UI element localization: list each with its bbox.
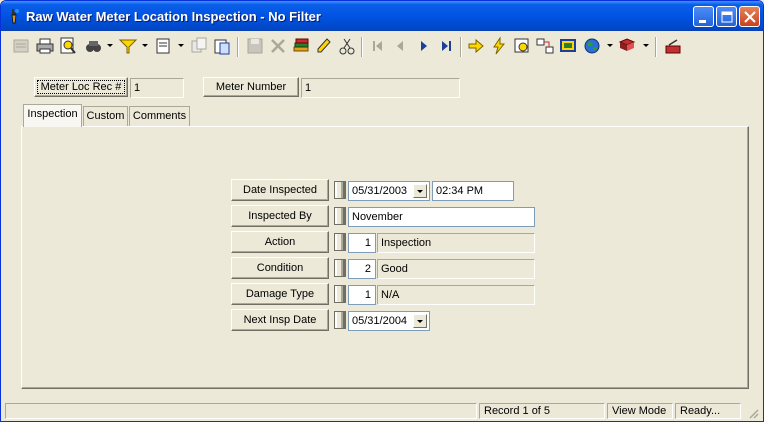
record-marker-icon xyxy=(334,311,346,329)
find-dropdown-icon[interactable] xyxy=(107,44,113,47)
inspection-panel xyxy=(21,126,749,389)
record-marker-icon xyxy=(334,181,346,199)
goto-icon[interactable] xyxy=(466,36,486,56)
record-marker-icon xyxy=(334,207,346,225)
chevron-down-icon[interactable] xyxy=(413,314,427,328)
status-bar: Record 1 of 5 View Mode Ready... xyxy=(1,399,763,421)
action-code-field[interactable]: 1 xyxy=(348,233,376,253)
report-icon[interactable] xyxy=(154,36,174,56)
link-icon[interactable] xyxy=(535,36,555,56)
window-title: Raw Water Meter Location Inspection - No… xyxy=(26,9,321,24)
damage-type-button[interactable]: Damage Type xyxy=(231,283,329,305)
filter-icon[interactable] xyxy=(118,36,138,56)
tab-inspection[interactable]: Inspection xyxy=(23,104,82,127)
first-record-icon[interactable] xyxy=(367,36,387,56)
condition-description-field: Good xyxy=(377,259,535,279)
delete-icon[interactable] xyxy=(268,36,288,56)
copy-icon[interactable] xyxy=(189,36,209,56)
save-icon[interactable] xyxy=(245,36,265,56)
damage-type-description-field: N/A xyxy=(377,285,535,305)
globe-icon[interactable] xyxy=(582,36,602,56)
find-icon[interactable] xyxy=(83,36,103,56)
globe-dropdown-icon[interactable] xyxy=(607,44,613,47)
record-marker-icon xyxy=(334,259,346,277)
condition-code-field[interactable]: 2 xyxy=(348,259,376,279)
edit-icon[interactable] xyxy=(314,36,334,56)
status-mode: View Mode xyxy=(607,403,673,419)
prev-record-icon[interactable] xyxy=(390,36,410,56)
app-icon xyxy=(7,8,21,24)
date-inspected-value: 05/31/2003 xyxy=(352,185,408,197)
last-record-icon[interactable] xyxy=(437,36,457,56)
resize-grip-icon[interactable] xyxy=(747,407,759,419)
lightning-icon[interactable] xyxy=(489,36,509,56)
date-inspected-button[interactable]: Date Inspected xyxy=(231,179,329,201)
record-marker-icon xyxy=(334,285,346,303)
close-icon xyxy=(744,11,756,23)
status-record: Record 1 of 5 xyxy=(479,403,605,419)
time-inspected-field[interactable]: 02:34 PM xyxy=(432,181,514,201)
toolbar xyxy=(3,32,761,62)
zoom-icon[interactable] xyxy=(512,36,532,56)
tab-comments[interactable]: Comments xyxy=(129,106,190,126)
inspected-by-field[interactable]: November xyxy=(348,207,535,227)
paste-icon[interactable] xyxy=(212,36,232,56)
book-dropdown-icon[interactable] xyxy=(643,44,649,47)
toolbar-separator xyxy=(361,37,363,57)
next-record-icon[interactable] xyxy=(414,36,434,56)
chevron-down-icon[interactable] xyxy=(413,184,427,198)
meter-number-field: 1 xyxy=(301,78,460,98)
layers-icon[interactable] xyxy=(291,36,311,56)
meter-loc-rec-button[interactable]: Meter Loc Rec # xyxy=(34,77,128,97)
print-icon[interactable] xyxy=(35,36,55,56)
book-icon[interactable] xyxy=(617,36,637,56)
toolbar-separator xyxy=(655,37,657,57)
chart-icon[interactable] xyxy=(558,36,578,56)
record-marker-icon xyxy=(334,233,346,251)
exit-icon[interactable] xyxy=(663,36,683,56)
meter-number-button[interactable]: Meter Number xyxy=(203,77,299,97)
app-window: Raw Water Meter Location Inspection - No… xyxy=(0,0,764,422)
title-bar[interactable]: Raw Water Meter Location Inspection - No… xyxy=(1,1,763,31)
cut-icon[interactable] xyxy=(337,36,357,56)
status-state: Ready... xyxy=(675,403,741,419)
filter-dropdown-icon[interactable] xyxy=(142,44,148,47)
date-inspected-field[interactable]: 05/31/2003 xyxy=(348,181,430,201)
close-button[interactable] xyxy=(739,6,760,27)
action-button[interactable]: Action xyxy=(231,231,329,253)
report-dropdown-icon[interactable] xyxy=(178,44,184,47)
next-insp-date-button[interactable]: Next Insp Date xyxy=(231,309,329,331)
next-insp-date-field[interactable]: 05/31/2004 xyxy=(348,311,430,331)
meter-loc-rec-field: 1 xyxy=(130,78,184,98)
maximize-icon xyxy=(721,11,733,23)
next-insp-date-value: 05/31/2004 xyxy=(352,315,408,327)
minimize-icon xyxy=(699,20,706,23)
maximize-button[interactable] xyxy=(716,6,737,27)
action-description-field: Inspection xyxy=(377,233,535,253)
inspected-by-button[interactable]: Inspected By xyxy=(231,205,329,227)
toolbar-separator xyxy=(460,37,462,57)
minimize-button[interactable] xyxy=(693,6,714,27)
print-preview-icon[interactable] xyxy=(58,36,78,56)
condition-button[interactable]: Condition xyxy=(231,257,329,279)
toolbar-separator xyxy=(237,37,239,57)
damage-type-code-field[interactable]: 1 xyxy=(348,285,376,305)
status-message xyxy=(5,403,477,419)
tab-custom[interactable]: Custom xyxy=(83,106,128,126)
new-record-icon[interactable] xyxy=(11,36,31,56)
